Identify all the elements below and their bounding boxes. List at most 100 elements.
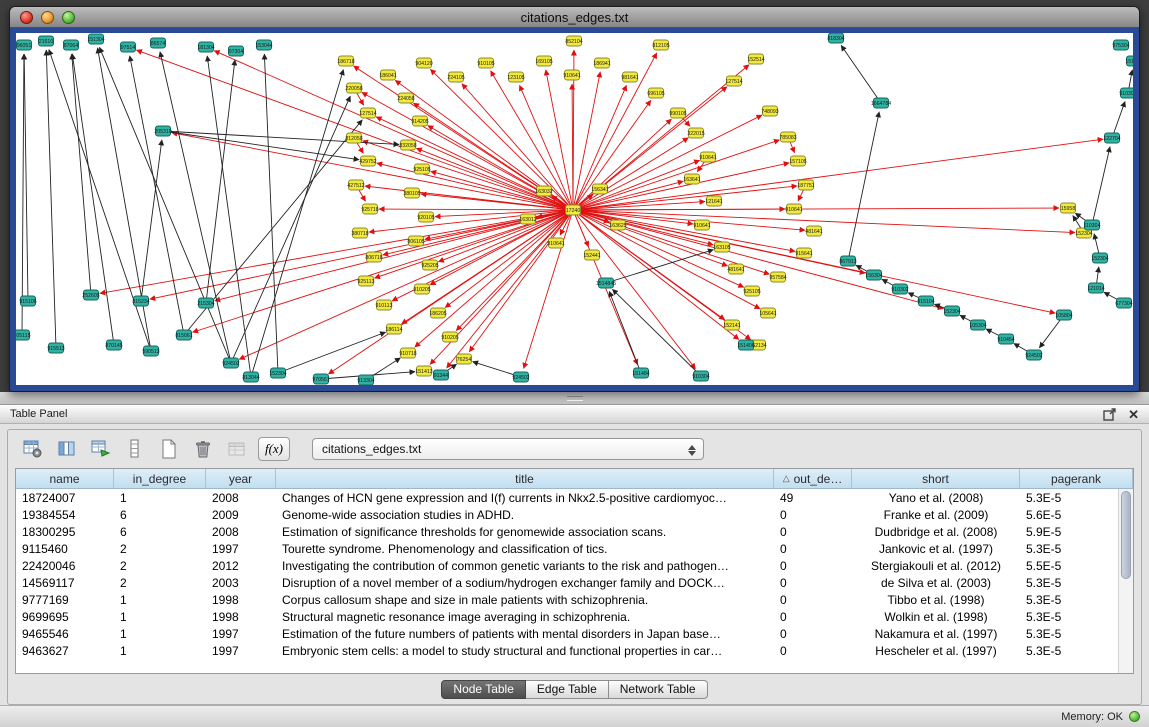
- graph-node[interactable]: 186718: [337, 56, 354, 66]
- row-height-icon[interactable]: [122, 436, 148, 462]
- graph-node[interactable]: 925105: [743, 286, 760, 296]
- graph-node[interactable]: 910454: [997, 334, 1014, 344]
- tab-network-table[interactable]: Network Table: [609, 680, 708, 699]
- graph-node[interactable]: 910205: [441, 332, 458, 342]
- graph-node[interactable]: 152304: [269, 368, 286, 378]
- column-header-in-degree[interactable]: in_degree: [114, 469, 206, 488]
- graph-node[interactable]: 812058: [345, 133, 362, 143]
- graph-node[interactable]: 15958: [1061, 203, 1076, 213]
- column-header-pagerank[interactable]: pagerank: [1020, 469, 1133, 488]
- graph-node[interactable]: 975304: [1112, 40, 1129, 50]
- graph-node[interactable]: 748093: [761, 106, 778, 116]
- graph-node[interactable]: 924502: [1025, 350, 1042, 360]
- graph-node[interactable]: 163105: [713, 242, 730, 252]
- graph-node[interactable]: 910641: [785, 204, 802, 214]
- graph-node[interactable]: 96051: [17, 40, 32, 50]
- graph-node[interactable]: 696105: [647, 88, 664, 98]
- graph-node[interactable]: 224058: [397, 93, 414, 103]
- graph-node[interactable]: 220058: [345, 83, 362, 93]
- graph-node[interactable]: 813044: [242, 372, 259, 382]
- graph-node[interactable]: 163032: [535, 186, 552, 196]
- graph-node[interactable]: 152304: [1091, 253, 1108, 263]
- graph-node[interactable]: 153044: [255, 40, 272, 50]
- graph-node[interactable]: 677304: [1115, 298, 1132, 308]
- table-row[interactable]: 1830029562008Estimation of significance …: [16, 523, 1133, 540]
- graph-node[interactable]: 924502: [512, 372, 529, 382]
- graph-node[interactable]: 205310: [154, 126, 171, 136]
- graph-node[interactable]: 481641: [727, 264, 744, 274]
- graph-node[interactable]: 157105: [789, 156, 806, 166]
- graph-node[interactable]: 870145: [105, 340, 122, 350]
- graph-node[interactable]: 187751: [797, 180, 814, 190]
- graph-node[interactable]: 427512: [347, 180, 364, 190]
- table-row[interactable]: 1872400712008Changes of HCN gene express…: [16, 489, 1133, 506]
- graph-node[interactable]: 590513: [142, 346, 159, 356]
- table-row[interactable]: 946554611997Estimation of the future num…: [16, 625, 1133, 642]
- graph-node[interactable]: 86574: [151, 38, 166, 48]
- graph-node[interactable]: 910641: [563, 70, 580, 80]
- graph-node[interactable]: 852104: [565, 36, 582, 46]
- show-columns-icon[interactable]: [54, 436, 80, 462]
- graph-node[interactable]: 121641: [705, 196, 722, 206]
- import-table-icon[interactable]: [88, 436, 114, 462]
- graph-node[interactable]: 785083: [779, 132, 796, 142]
- graph-node[interactable]: 181304: [197, 42, 214, 52]
- graph-node[interactable]: 970561: [312, 374, 329, 384]
- column-header-year[interactable]: year: [206, 469, 276, 488]
- delete-column-icon[interactable]: [190, 436, 216, 462]
- graph-node[interactable]: 322015: [687, 128, 704, 138]
- graph-node[interactable]: 915104: [917, 296, 934, 306]
- graph-node[interactable]: 122704: [1103, 133, 1120, 143]
- table-panel-header[interactable]: Table Panel ✕: [0, 405, 1149, 424]
- close-icon[interactable]: [20, 11, 33, 24]
- graph-node[interactable]: 97514: [121, 42, 136, 52]
- graph-node[interactable]: 957584: [769, 272, 786, 282]
- graph-node[interactable]: 914205: [411, 116, 428, 126]
- graph-node[interactable]: 152304: [943, 306, 960, 316]
- graph-node[interactable]: 915513: [47, 343, 64, 353]
- graph-node[interactable]: 123105: [507, 72, 524, 82]
- table-row[interactable]: 946362711997Embryonic stem cells: a mode…: [16, 642, 1133, 659]
- graph-node[interactable]: 915641: [795, 248, 812, 258]
- graph-node[interactable]: 105304: [969, 320, 986, 330]
- graph-node[interactable]: 990105: [669, 108, 686, 118]
- window-titlebar[interactable]: citations_edges.txt: [10, 7, 1139, 28]
- graph-node[interactable]: 1514845: [596, 278, 616, 288]
- graph-node[interactable]: 915106: [19, 296, 36, 306]
- table-row[interactable]: 1938455462009Genome-wide association stu…: [16, 506, 1133, 523]
- graph-node[interactable]: 910641: [699, 152, 716, 162]
- graph-node[interactable]: 925718: [361, 204, 378, 214]
- network-table-select[interactable]: citations_edges.txt: [312, 438, 704, 460]
- column-header-out-de-[interactable]: △out_de…: [774, 469, 852, 488]
- graph-node[interactable]: 981641: [621, 72, 638, 82]
- graph-node[interactable]: 156341: [591, 184, 608, 194]
- graph-node[interactable]: 818304: [827, 33, 844, 43]
- graph-node[interactable]: 163625: [609, 220, 626, 230]
- graph-node[interactable]: 186114: [386, 324, 403, 334]
- graph-node[interactable]: 812105: [652, 40, 669, 50]
- rename-table-icon[interactable]: [224, 436, 250, 462]
- graph-node[interactable]: 910641: [693, 220, 710, 230]
- graph-node[interactable]: 121014: [1087, 283, 1104, 293]
- graph-node[interactable]: 224105: [447, 72, 464, 82]
- graph-node[interactable]: 910718: [399, 348, 416, 358]
- graph-node[interactable]: 169105: [535, 56, 552, 66]
- table-row[interactable]: 1456911722003Disruption of a novel membe…: [16, 574, 1133, 591]
- graph-node[interactable]: 832058: [399, 140, 416, 150]
- graph-node[interactable]: 151413: [415, 366, 432, 376]
- graph-node[interactable]: 252605: [82, 290, 99, 300]
- graph-node[interactable]: 380718: [351, 228, 368, 238]
- graph-node[interactable]: 152441: [583, 250, 600, 260]
- table-row[interactable]: 977716911998Corpus callosum shape and si…: [16, 591, 1133, 608]
- graph-node[interactable]: 205115: [16, 330, 31, 340]
- graph-node[interactable]: 163012: [519, 214, 536, 224]
- graph-node[interactable]: 151304: [87, 34, 104, 44]
- graph-node[interactable]: 910105: [477, 58, 494, 68]
- graph-node[interactable]: 186941: [593, 58, 610, 68]
- column-header-short[interactable]: short: [852, 469, 1020, 488]
- tab-node-table[interactable]: Node Table: [441, 680, 526, 699]
- graph-node[interactable]: 105804: [1055, 310, 1072, 320]
- graph-node[interactable]: 76254: [457, 354, 472, 364]
- graph-node[interactable]: 920105: [417, 212, 434, 222]
- graph-node[interactable]: 152141: [723, 320, 740, 330]
